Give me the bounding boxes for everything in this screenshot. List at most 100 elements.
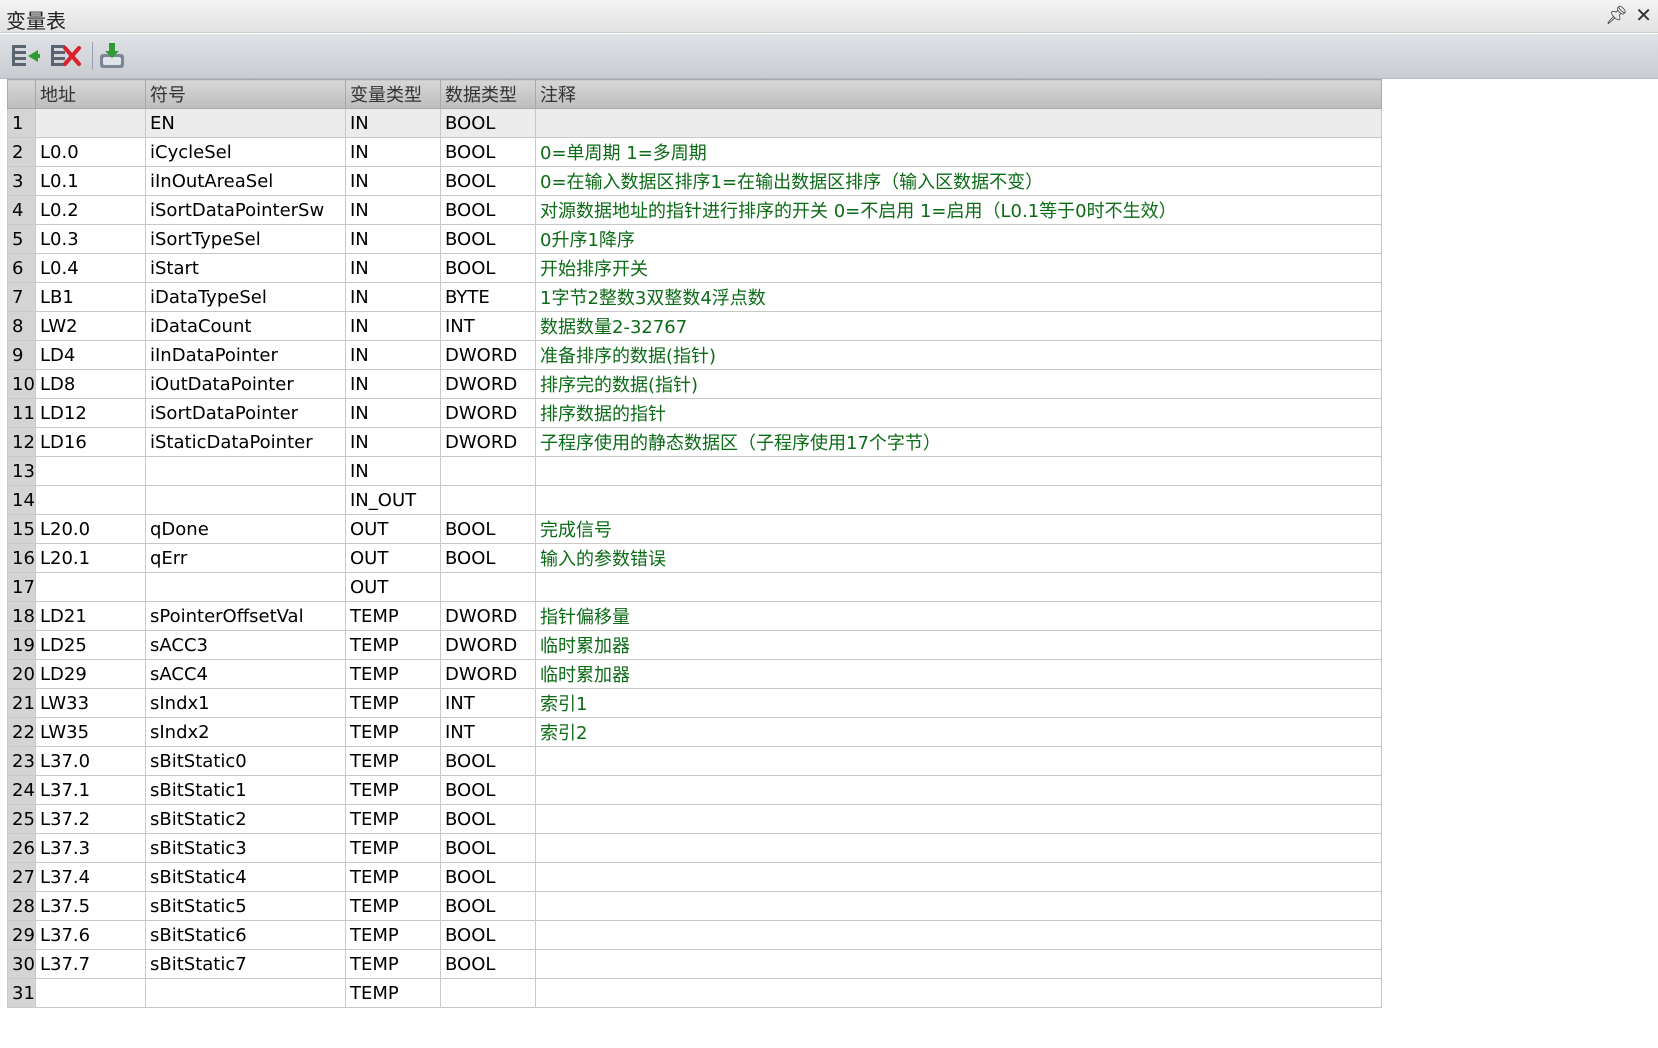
symbol-cell[interactable]: [145, 572, 346, 602]
var-type-cell[interactable]: IN: [345, 137, 441, 167]
var-type-cell[interactable]: IN: [345, 253, 441, 283]
address-cell[interactable]: LW2: [35, 311, 146, 341]
data-type-cell[interactable]: BOOL: [440, 514, 536, 544]
var-type-cell[interactable]: TEMP: [345, 688, 441, 718]
symbol-cell[interactable]: sBitStatic3: [145, 833, 346, 863]
var-type-cell[interactable]: TEMP: [345, 659, 441, 689]
table-row[interactable]: 9 LD4 iInDataPointer IN DWORD 准备排序的数据(指针): [7, 340, 1382, 370]
comment-cell[interactable]: 输入的参数错误: [535, 543, 1382, 573]
address-cell[interactable]: L37.5: [35, 891, 146, 921]
download-icon[interactable]: [96, 40, 130, 72]
data-type-cell[interactable]: BOOL: [440, 195, 536, 225]
symbol-cell[interactable]: sBitStatic2: [145, 804, 346, 834]
table-row[interactable]: 4 L0.2 iSortDataPointerSw IN BOOL 对源数据地址的指针进行…: [7, 195, 1382, 225]
header-address[interactable]: 地址: [35, 79, 146, 109]
var-type-cell[interactable]: TEMP: [345, 601, 441, 631]
comment-cell[interactable]: [535, 978, 1382, 1008]
comment-cell[interactable]: 排序数据的指针: [535, 398, 1382, 428]
comment-cell[interactable]: 对源数据地址的指针进行排序的开关 0=不启用 1=启用（L0.1等于0时不生效）: [535, 195, 1382, 225]
var-type-cell[interactable]: TEMP: [345, 717, 441, 747]
address-cell[interactable]: LD21: [35, 601, 146, 631]
table-row[interactable]: 18 LD21 sPointerOffsetVal TEMP DWORD 指针偏移量: [7, 601, 1382, 631]
symbol-cell[interactable]: sACC3: [145, 630, 346, 660]
address-cell[interactable]: L0.0: [35, 137, 146, 167]
data-type-cell[interactable]: BOOL: [440, 891, 536, 921]
comment-cell[interactable]: 排序完的数据(指针): [535, 369, 1382, 399]
header-data-type[interactable]: 数据类型: [440, 79, 536, 109]
comment-cell[interactable]: 开始排序开关: [535, 253, 1382, 283]
table-row[interactable]: 23 L37.0 sBitStatic0 TEMP BOOL: [7, 746, 1382, 776]
table-row[interactable]: 29 L37.6 sBitStatic6 TEMP BOOL: [7, 920, 1382, 950]
var-type-cell[interactable]: IN: [345, 195, 441, 225]
data-type-cell[interactable]: DWORD: [440, 398, 536, 428]
header-var-type[interactable]: 变量类型: [345, 79, 441, 109]
data-type-cell[interactable]: BYTE: [440, 282, 536, 312]
symbol-cell[interactable]: iStart: [145, 253, 346, 283]
table-row[interactable]: 1 EN IN BOOL: [7, 108, 1382, 138]
data-type-cell[interactable]: [440, 572, 536, 602]
comment-cell[interactable]: 完成信号: [535, 514, 1382, 544]
symbol-cell[interactable]: sPointerOffsetVal: [145, 601, 346, 631]
symbol-cell[interactable]: sIndx2: [145, 717, 346, 747]
data-type-cell[interactable]: [440, 456, 536, 486]
comment-cell[interactable]: 索引1: [535, 688, 1382, 718]
address-cell[interactable]: L0.2: [35, 195, 146, 225]
symbol-cell[interactable]: [145, 456, 346, 486]
symbol-cell[interactable]: sBitStatic1: [145, 775, 346, 805]
comment-cell[interactable]: [535, 746, 1382, 776]
symbol-cell[interactable]: sBitStatic5: [145, 891, 346, 921]
comment-cell[interactable]: 1字节2整数3双整数4浮点数: [535, 282, 1382, 312]
table-row[interactable]: 17 OUT: [7, 572, 1382, 602]
header-symbol[interactable]: 符号: [145, 79, 346, 109]
table-row[interactable]: 2 L0.0 iCycleSel IN BOOL 0=单周期 1=多周期: [7, 137, 1382, 167]
table-row[interactable]: 8 LW2 iDataCount IN INT 数据数量2-32767: [7, 311, 1382, 341]
symbol-cell[interactable]: sACC4: [145, 659, 346, 689]
var-type-cell[interactable]: TEMP: [345, 775, 441, 805]
var-type-cell[interactable]: TEMP: [345, 804, 441, 834]
symbol-cell[interactable]: iDataTypeSel: [145, 282, 346, 312]
var-type-cell[interactable]: TEMP: [345, 978, 441, 1008]
address-cell[interactable]: L37.3: [35, 833, 146, 863]
var-type-cell[interactable]: IN: [345, 398, 441, 428]
data-type-cell[interactable]: BOOL: [440, 775, 536, 805]
comment-cell[interactable]: [535, 108, 1382, 138]
address-cell[interactable]: LD12: [35, 398, 146, 428]
table-row[interactable]: 10 LD8 iOutDataPointer IN DWORD 排序完的数据(指针): [7, 369, 1382, 399]
address-cell[interactable]: L37.6: [35, 920, 146, 950]
table-row[interactable]: 27 L37.4 sBitStatic4 TEMP BOOL: [7, 862, 1382, 892]
var-type-cell[interactable]: IN: [345, 224, 441, 254]
symbol-cell[interactable]: sBitStatic4: [145, 862, 346, 892]
address-cell[interactable]: L37.1: [35, 775, 146, 805]
var-type-cell[interactable]: TEMP: [345, 746, 441, 776]
var-type-cell[interactable]: TEMP: [345, 920, 441, 950]
table-row[interactable]: 28 L37.5 sBitStatic5 TEMP BOOL: [7, 891, 1382, 921]
symbol-cell[interactable]: iSortDataPointerSw: [145, 195, 346, 225]
data-type-cell[interactable]: BOOL: [440, 137, 536, 167]
var-type-cell[interactable]: TEMP: [345, 949, 441, 979]
address-cell[interactable]: L20.0: [35, 514, 146, 544]
address-cell[interactable]: LB1: [35, 282, 146, 312]
data-type-cell[interactable]: INT: [440, 688, 536, 718]
symbol-cell[interactable]: iStaticDataPointer: [145, 427, 346, 457]
data-type-cell[interactable]: BOOL: [440, 166, 536, 196]
address-cell[interactable]: LD16: [35, 427, 146, 457]
comment-cell[interactable]: [535, 775, 1382, 805]
data-type-cell[interactable]: BOOL: [440, 253, 536, 283]
comment-cell[interactable]: 0=在输入数据区排序1=在输出数据区排序（输入区数据不变）: [535, 166, 1382, 196]
data-type-cell[interactable]: DWORD: [440, 630, 536, 660]
address-cell[interactable]: LD4: [35, 340, 146, 370]
table-row[interactable]: 20 LD29 sACC4 TEMP DWORD 临时累加器: [7, 659, 1382, 689]
comment-cell[interactable]: 指针偏移量: [535, 601, 1382, 631]
data-type-cell[interactable]: DWORD: [440, 427, 536, 457]
address-cell[interactable]: LW33: [35, 688, 146, 718]
symbol-cell[interactable]: [145, 978, 346, 1008]
var-type-cell[interactable]: IN: [345, 427, 441, 457]
var-type-cell[interactable]: TEMP: [345, 630, 441, 660]
table-row[interactable]: 22 LW35 sIndx2 TEMP INT 索引2: [7, 717, 1382, 747]
comment-cell[interactable]: [535, 891, 1382, 921]
var-type-cell[interactable]: OUT: [345, 543, 441, 573]
insert-row-icon[interactable]: [8, 40, 42, 72]
var-type-cell[interactable]: IN: [345, 369, 441, 399]
var-type-cell[interactable]: IN: [345, 282, 441, 312]
data-type-cell[interactable]: BOOL: [440, 746, 536, 776]
